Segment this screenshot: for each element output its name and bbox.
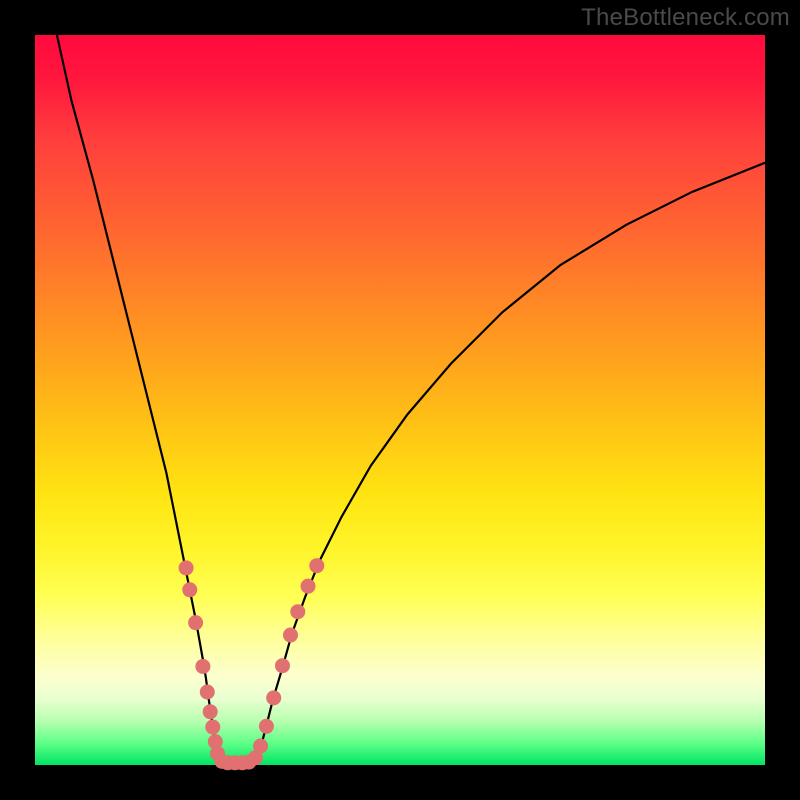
highlight-dot — [301, 579, 316, 594]
highlight-dot — [290, 604, 305, 619]
highlight-dot — [283, 628, 298, 643]
curve-right-arm — [255, 163, 765, 765]
highlight-dot — [188, 615, 203, 630]
attribution-label: TheBottleneck.com — [581, 4, 790, 32]
highlight-dots-group — [179, 558, 325, 770]
chart-svg — [35, 35, 765, 765]
highlight-dot — [253, 739, 268, 754]
highlight-dot — [275, 658, 290, 673]
highlight-dot — [182, 582, 197, 597]
highlight-dot — [200, 685, 215, 700]
highlight-dot — [195, 659, 210, 674]
plot-area — [35, 35, 765, 765]
chart-frame: TheBottleneck.com — [0, 0, 800, 800]
highlight-dot — [203, 704, 218, 719]
curve-left-arm — [57, 35, 219, 765]
highlight-dot — [259, 719, 274, 734]
highlight-dot — [309, 558, 324, 573]
highlight-dot — [205, 720, 220, 735]
highlight-dot — [266, 690, 281, 705]
highlight-dot — [179, 560, 194, 575]
